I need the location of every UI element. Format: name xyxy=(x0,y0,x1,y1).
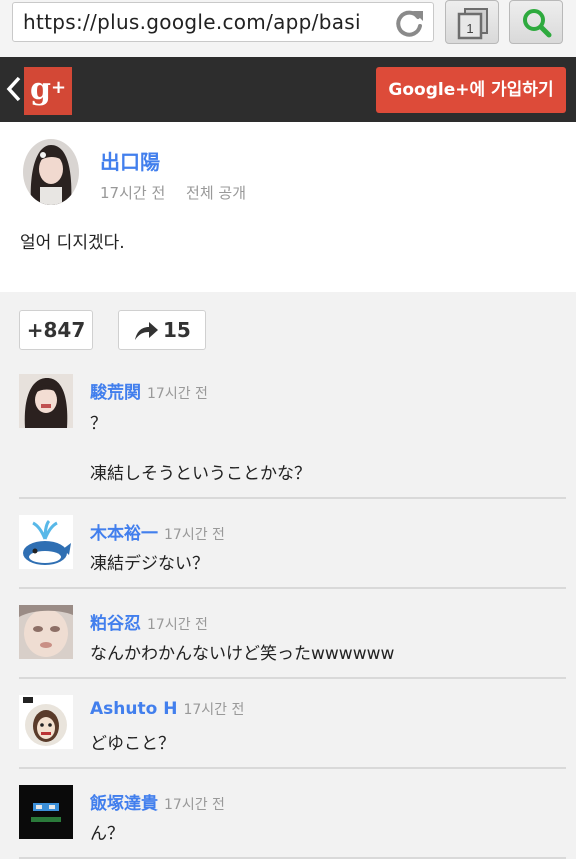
comment-text: ？ xyxy=(90,414,107,434)
gplus-logo[interactable]: g+ xyxy=(24,67,72,115)
comment-text: 凍結しそうということかな？ xyxy=(90,464,311,484)
plus-one-button[interactable]: +847 xyxy=(19,310,93,350)
comment-text: なんかわかんないけど笑ったwwwwww xyxy=(90,644,395,664)
comment-divider xyxy=(19,497,566,499)
commenter-avatar[interactable] xyxy=(19,785,73,839)
search-button[interactable] xyxy=(509,0,563,44)
commenter-name[interactable]: 飯塚達貴 17시간 전 xyxy=(90,789,225,814)
comment-time: 17시간 전 xyxy=(147,386,208,402)
share-arrow-icon xyxy=(135,322,158,340)
commenter-name[interactable]: Ashuto H 17시간 전 xyxy=(90,699,244,719)
tabs-button[interactable]: 1 xyxy=(445,0,499,44)
commenter-name[interactable]: 木本裕一 17시간 전 xyxy=(90,519,225,544)
url-text[interactable]: https://plus.google.com/app/basi… xyxy=(23,10,363,34)
comment-time: 17시간 전 xyxy=(164,527,225,543)
post-card: 出口陽 17시간 전 전체 공개 얼어 디지겠다. xyxy=(0,122,576,292)
share-count: 15 xyxy=(163,318,191,342)
comment-divider xyxy=(19,767,566,769)
comment-text: 凍結デジない？ xyxy=(90,554,209,574)
comment-text: どゆこと？ xyxy=(90,734,175,754)
comment-time: 17시간 전 xyxy=(147,617,208,633)
gplus-logo-plus: + xyxy=(50,77,67,98)
gplus-header: g+ Google+에 가입하기 xyxy=(0,57,576,122)
post-text: 얼어 디지겠다. xyxy=(20,233,125,253)
browser-toolbar: https://plus.google.com/app/basi… 1 xyxy=(0,0,576,57)
author-name[interactable]: 出口陽 xyxy=(100,146,160,175)
url-field[interactable]: https://plus.google.com/app/basi… xyxy=(12,2,434,42)
comment-text: ん？ xyxy=(90,824,124,844)
post-meta: 17시간 전 전체 공개 xyxy=(100,182,262,203)
commenter-avatar[interactable] xyxy=(19,374,73,428)
commenter-name-text[interactable]: 粕谷忍 xyxy=(90,614,141,634)
commenter-name-text[interactable]: 駿荒関 xyxy=(90,383,141,403)
tabs-icon: 1 xyxy=(457,8,488,40)
commenter-name[interactable]: 粕谷忍 17시간 전 xyxy=(90,609,208,634)
commenter-name-text[interactable]: Ashuto H xyxy=(90,699,177,719)
commenter-avatar[interactable] xyxy=(19,695,73,749)
comment-time: 17시간 전 xyxy=(164,797,225,813)
commenter-avatar[interactable] xyxy=(19,515,73,569)
search-icon xyxy=(523,9,552,38)
back-chevron-icon[interactable] xyxy=(6,75,22,103)
reload-icon[interactable] xyxy=(393,7,425,39)
comment-divider xyxy=(19,677,566,679)
post-visibility: 전체 공개 xyxy=(186,184,247,202)
share-button[interactable]: 15 xyxy=(118,310,206,350)
author-avatar[interactable] xyxy=(23,139,79,205)
gplus-logo-g: g xyxy=(29,72,51,107)
commenter-name[interactable]: 駿荒関 17시간 전 xyxy=(90,378,208,403)
commenter-name-text[interactable]: 木本裕一 xyxy=(90,524,158,544)
comment-divider xyxy=(19,587,566,589)
join-google-plus-button[interactable]: Google+에 가입하기 xyxy=(376,67,566,113)
commenter-name-text[interactable]: 飯塚達貴 xyxy=(90,794,158,814)
post-time: 17시간 전 xyxy=(100,184,166,202)
comment-time: 17시간 전 xyxy=(183,702,245,718)
tab-count: 1 xyxy=(466,21,473,36)
commenter-avatar[interactable] xyxy=(19,605,73,659)
